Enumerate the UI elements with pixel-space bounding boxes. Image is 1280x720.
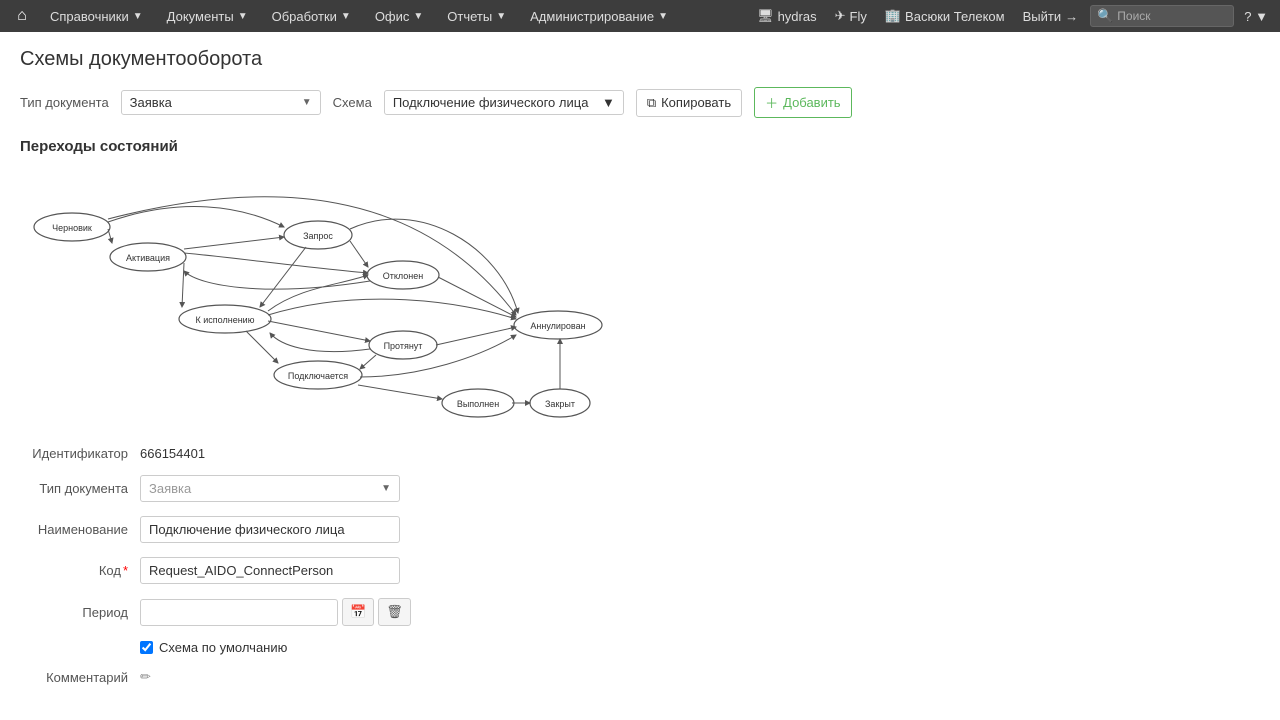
form-doc-type-label: Тип документа <box>20 481 140 496</box>
nav-item-reports[interactable]: Отчеты ▼ <box>437 0 516 32</box>
node-completed: Выполнен <box>442 389 514 417</box>
doc-type-select[interactable]: Заявка ▼ <box>121 90 321 115</box>
svg-text:Активация: Активация <box>126 253 170 263</box>
code-row: Код <box>20 557 1260 584</box>
svg-text:Подключается: Подключается <box>288 371 348 381</box>
nav-arrow-handbooks: ▼ <box>133 11 143 22</box>
schema-label: Схема <box>333 95 372 110</box>
name-row: Наименование <box>20 516 1260 543</box>
svg-text:К исполнению: К исполнению <box>196 315 255 325</box>
search-input[interactable] <box>1117 9 1227 23</box>
identifier-label: Идентификатор <box>20 446 140 461</box>
nav-item-handbooks[interactable]: Справочники ▼ <box>40 0 153 32</box>
nav-arrow-processing: ▼ <box>341 11 351 22</box>
help-button[interactable]: ? ▼ <box>1240 9 1272 24</box>
fly-icon: ✈ <box>835 8 846 24</box>
nav-fly[interactable]: ✈ Fly <box>829 8 873 24</box>
node-connecting: Подключается <box>274 361 362 389</box>
form-doc-type-arrow: ▼ <box>381 483 391 494</box>
nav-arrow-admin: ▼ <box>658 11 668 22</box>
section-transitions-title: Переходы состояний <box>20 138 1260 155</box>
toolbar: Тип документа Заявка ▼ Схема Подключение… <box>20 87 1260 118</box>
node-annulled: Аннулирован <box>514 311 602 339</box>
svg-text:Черновик: Черновик <box>52 223 92 233</box>
top-nav: ⌂ Справочники ▼ Документы ▼ Обработки ▼ … <box>0 0 1280 32</box>
code-label: Код <box>20 563 140 578</box>
add-icon: ＋ <box>765 93 778 112</box>
page-content: Схемы документооборота Тип документа Зая… <box>0 32 1280 715</box>
home-button[interactable]: ⌂ <box>8 2 36 30</box>
node-closed: Закрыт <box>530 389 590 417</box>
nav-arrow-documents: ▼ <box>238 11 248 22</box>
node-rejected: Отклонен <box>367 261 439 289</box>
company-icon: 🏢 <box>885 8 901 24</box>
schema-select[interactable]: Подключение физического лица ▼ <box>384 90 624 115</box>
copy-button[interactable]: ⧉ Копировать <box>636 89 742 117</box>
page-title: Схемы документооборота <box>20 48 1260 71</box>
logout-button[interactable]: Выйти → <box>1017 9 1085 24</box>
name-label: Наименование <box>20 522 140 537</box>
code-input[interactable] <box>140 557 400 584</box>
form-section: Идентификатор 666154401 Тип документа За… <box>20 446 1260 685</box>
comment-edit-icon[interactable]: ✏ <box>140 669 151 685</box>
nav-arrow-reports: ▼ <box>496 11 506 22</box>
comment-row: Комментарий ✏ <box>20 669 1260 685</box>
nav-company[interactable]: 🏢 Васюки Телеком <box>879 8 1011 24</box>
calendar-button[interactable]: 📅 <box>342 598 374 626</box>
calendar-icon: 📅 <box>350 604 366 619</box>
svg-text:Выполнен: Выполнен <box>457 399 499 409</box>
node-to-execution: К исполнению <box>179 305 271 333</box>
period-field-group: 📅 🗑 <box>140 598 411 626</box>
nav-item-documents[interactable]: Документы ▼ <box>157 0 258 32</box>
state-diagram: Черновик Активация Запрос Отклонен К исп… <box>20 167 640 427</box>
nav-item-office[interactable]: Офис ▼ <box>365 0 433 32</box>
diagram-area: Черновик Активация Запрос Отклонен К исп… <box>20 167 640 430</box>
doc-type-select-arrow: ▼ <box>302 97 312 108</box>
node-activation: Активация <box>110 243 186 271</box>
svg-text:Закрыт: Закрыт <box>545 399 575 409</box>
nav-item-processing[interactable]: Обработки ▼ <box>262 0 361 32</box>
svg-text:Аннулирован: Аннулирован <box>530 321 585 331</box>
node-stretched: Протянут <box>369 331 437 359</box>
nav-hydras[interactable]: 🖥 hydras <box>751 8 823 24</box>
period-label: Период <box>20 605 140 620</box>
add-button[interactable]: ＋ Добавить <box>754 87 851 118</box>
default-schema-checkbox-group: Схема по умолчанию <box>140 640 287 655</box>
copy-icon: ⧉ <box>647 95 656 111</box>
period-row: Период 📅 🗑 <box>20 598 1260 626</box>
default-schema-label: Схема по умолчанию <box>159 640 287 655</box>
node-draft: Черновик <box>34 213 110 241</box>
search-box[interactable]: 🔍 <box>1090 5 1234 27</box>
default-schema-checkbox[interactable] <box>140 641 153 654</box>
identifier-row: Идентификатор 666154401 <box>20 446 1260 461</box>
svg-text:Отклонен: Отклонен <box>383 271 423 281</box>
svg-text:Запрос: Запрос <box>303 231 333 241</box>
nav-item-admin[interactable]: Администрирование ▼ <box>520 0 678 32</box>
form-doc-type-select[interactable]: Заявка ▼ <box>140 475 400 502</box>
svg-text:Протянут: Протянут <box>384 341 423 351</box>
node-request: Запрос <box>284 221 352 249</box>
comment-label: Комментарий <box>20 670 140 685</box>
form-doc-type-row: Тип документа Заявка ▼ <box>20 475 1260 502</box>
monitor-icon: 🖥 <box>757 8 774 24</box>
clear-period-button[interactable]: 🗑 <box>378 598 411 626</box>
default-schema-row: Схема по умолчанию <box>20 640 1260 655</box>
trash-icon: 🗑 <box>386 604 403 619</box>
doc-type-label: Тип документа <box>20 95 109 110</box>
schema-select-arrow: ▼ <box>602 95 615 110</box>
nav-arrow-office: ▼ <box>413 11 423 22</box>
period-input[interactable] <box>140 599 338 626</box>
search-icon: 🔍 <box>1097 8 1113 24</box>
logout-icon: → <box>1065 9 1078 24</box>
identifier-value: 666154401 <box>140 446 205 461</box>
name-input[interactable] <box>140 516 400 543</box>
